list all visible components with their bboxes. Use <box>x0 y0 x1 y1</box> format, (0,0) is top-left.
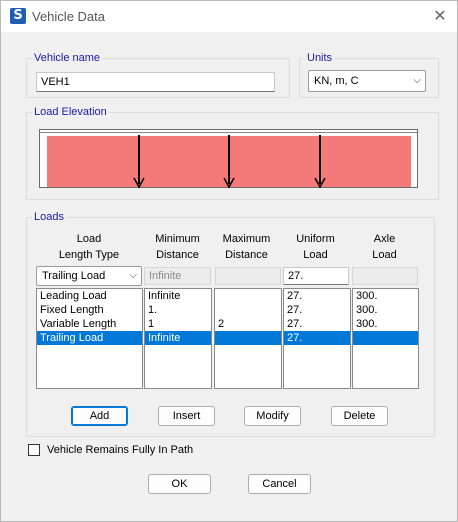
list-item[interactable]: 1 <box>145 317 211 331</box>
axle-arrows <box>133 135 326 189</box>
title-bar: S Vehicle Data ✕ <box>1 1 457 32</box>
ok-button[interactable]: OK <box>148 474 211 494</box>
load-elevation-label: Load Elevation <box>34 106 107 118</box>
axle-load-input[interactable] <box>352 267 418 285</box>
length-type-dropdown[interactable]: Trailing Load ⌵ <box>36 266 142 286</box>
load-elevation-canvas <box>39 129 418 189</box>
vehicle-name-input[interactable]: VEH1 <box>36 72 275 92</box>
list-item[interactable]: 27. <box>284 289 350 303</box>
fully-in-path-label[interactable]: Vehicle Remains Fully In Path <box>47 444 193 456</box>
list-item[interactable]: Infinite <box>145 289 211 303</box>
col-header-min-distance-line2: Distance <box>156 249 199 261</box>
col-header-uniform-load-line1: Uniform <box>296 233 335 245</box>
dialog-title: Vehicle Data <box>32 9 105 24</box>
loads-label: Loads <box>34 211 64 223</box>
axle-arrow-1 <box>133 135 145 189</box>
list-item[interactable]: Fixed Length <box>37 303 142 317</box>
list-item[interactable] <box>353 331 418 345</box>
list-item[interactable]: 1. <box>145 303 211 317</box>
units-selected-value: KN, m, C <box>314 75 359 87</box>
axle-arrow-2 <box>223 135 235 189</box>
col-header-length-type-line2: Length Type <box>58 249 120 261</box>
min-distance-list[interactable]: Infinite 1. 1 Infinite <box>144 288 212 389</box>
col-header-axle-load-line1: Axle <box>373 233 396 245</box>
list-item[interactable]: 300. <box>353 317 418 331</box>
list-item[interactable]: Variable Length <box>37 317 142 331</box>
list-item[interactable] <box>215 303 281 317</box>
col-header-min-distance-line1: Minimum <box>155 233 200 245</box>
insert-button[interactable]: Insert <box>158 406 215 426</box>
chevron-down-icon: ⌵ <box>413 75 421 86</box>
vehicle-name-label: Vehicle name <box>34 52 101 64</box>
axle-arrow-3 <box>314 135 326 189</box>
list-item[interactable]: 27. <box>284 331 350 345</box>
list-item[interactable] <box>215 331 281 345</box>
add-button[interactable]: Add <box>71 406 128 426</box>
col-header-length-type-line1: Load <box>76 233 102 245</box>
fully-in-path-checkbox[interactable] <box>28 444 40 456</box>
close-icon[interactable]: ✕ <box>429 5 451 27</box>
list-item[interactable]: 300. <box>353 303 418 317</box>
list-item[interactable]: 2 <box>215 317 281 331</box>
col-header-uniform-load: Uniform Load <box>282 231 349 263</box>
length-type-list[interactable]: Leading Load Fixed Length Variable Lengt… <box>36 288 143 389</box>
min-distance-input[interactable]: Infinite <box>144 267 211 285</box>
list-item[interactable]: 27. <box>284 303 350 317</box>
modify-button[interactable]: Modify <box>244 406 301 426</box>
cancel-button[interactable]: Cancel <box>248 474 311 494</box>
list-item[interactable] <box>215 289 281 303</box>
col-header-max-distance-line1: Maximum <box>222 233 271 245</box>
uniform-load-input[interactable]: 27. <box>283 267 349 285</box>
col-header-min-distance: Minimum Distance <box>144 231 211 263</box>
delete-button[interactable]: Delete <box>331 406 388 426</box>
max-distance-input[interactable] <box>215 267 281 285</box>
units-label: Units <box>307 52 333 64</box>
length-type-selected: Trailing Load <box>42 270 106 282</box>
uniform-load-list[interactable]: 27. 27. 27. 27. <box>283 288 351 389</box>
col-header-max-distance-line2: Distance <box>225 249 268 261</box>
list-item[interactable]: 300. <box>353 289 418 303</box>
axle-load-list[interactable]: 300. 300. 300. <box>352 288 419 389</box>
list-item[interactable]: 27. <box>284 317 350 331</box>
chevron-down-icon: ⌵ <box>129 270 137 281</box>
list-item[interactable]: Infinite <box>145 331 211 345</box>
list-item[interactable]: Trailing Load <box>37 331 142 345</box>
col-header-max-distance: Maximum Distance <box>213 231 280 263</box>
units-dropdown[interactable]: KN, m, C ⌵ <box>308 70 426 92</box>
list-item[interactable]: Leading Load <box>37 289 142 303</box>
col-header-length-type: Load Length Type <box>36 231 142 263</box>
col-header-uniform-load-line2: Load <box>303 249 328 261</box>
vehicle-data-dialog: S Vehicle Data ✕ Vehicle name VEH1 Units… <box>0 0 458 522</box>
max-distance-list[interactable]: 2 <box>214 288 282 389</box>
sap-app-icon: S <box>10 8 26 24</box>
col-header-axle-load: Axle Load <box>351 231 418 263</box>
col-header-axle-load-line2: Load <box>372 249 397 261</box>
